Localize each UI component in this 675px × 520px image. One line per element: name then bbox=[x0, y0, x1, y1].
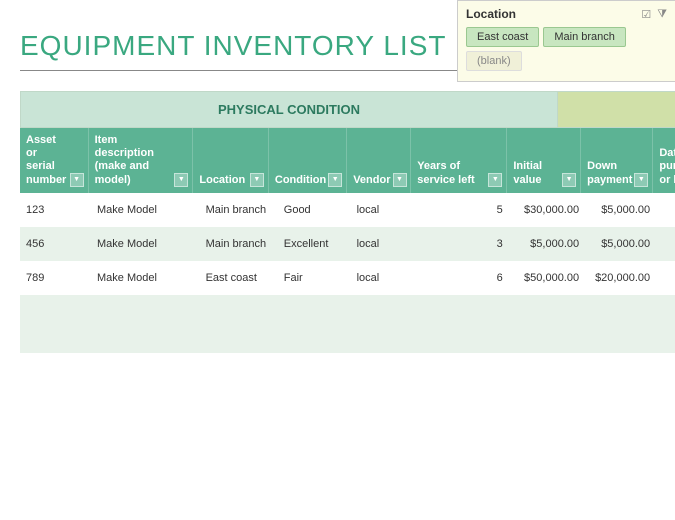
header-loc: Location▼ bbox=[193, 128, 269, 193]
table-row[interactable]: 456 Make Model Main branch Excellent loc… bbox=[20, 227, 675, 261]
data-rows: 123 Make Model Main branch Good local 5 … bbox=[20, 193, 675, 295]
cell-loc: East coast bbox=[200, 266, 278, 290]
cell-years: 3 bbox=[409, 232, 509, 256]
header-desc: Item description (make and model)▼ bbox=[89, 128, 194, 193]
cell-cond: Good bbox=[278, 198, 351, 222]
cell-vend: local bbox=[351, 198, 410, 222]
section-header-row: PHYSICAL CONDITION bbox=[20, 91, 675, 128]
cell-init: $5,000.00 bbox=[509, 232, 585, 256]
cell-loc: Main branch bbox=[200, 198, 278, 222]
header-years: Years of service left▼ bbox=[411, 128, 507, 193]
header-vend: Vendor▼ bbox=[347, 128, 411, 193]
slicer-item-blank[interactable]: (blank) bbox=[466, 51, 522, 71]
slicer-item-main-branch[interactable]: Main branch bbox=[543, 27, 626, 47]
filter-dropdown-icon[interactable]: ▼ bbox=[634, 173, 648, 187]
cell-desc: Make Model bbox=[91, 232, 200, 256]
cell-date bbox=[656, 238, 675, 250]
slicer-item-east-coast[interactable]: East coast bbox=[466, 27, 539, 47]
empty-row-band bbox=[20, 295, 675, 353]
slicer-items: East coast Main branch (blank) bbox=[466, 27, 667, 71]
cell-desc: Make Model bbox=[91, 266, 200, 290]
section-finance bbox=[558, 91, 675, 128]
cell-years: 5 bbox=[409, 198, 509, 222]
cell-init: $50,000.00 bbox=[509, 266, 585, 290]
header-init: Initial value▼ bbox=[507, 128, 581, 193]
header-down: Down payment▼ bbox=[581, 128, 653, 193]
column-header-row: Asset or serial number▼ Item description… bbox=[20, 128, 675, 193]
filter-dropdown-icon[interactable]: ▼ bbox=[393, 173, 407, 187]
filter-dropdown-icon[interactable]: ▼ bbox=[250, 173, 264, 187]
cell-asset: 123 bbox=[20, 198, 91, 222]
section-physical: PHYSICAL CONDITION bbox=[20, 91, 558, 128]
cell-down: $5,000.00 bbox=[585, 232, 656, 256]
header-cond: Condition▼ bbox=[269, 128, 347, 193]
table-row[interactable]: 123 Make Model Main branch Good local 5 … bbox=[20, 193, 675, 227]
slicer-panel[interactable]: Location ☑ ⧩ East coast Main branch (bla… bbox=[457, 0, 675, 82]
header-asset: Asset or serial number▼ bbox=[20, 128, 89, 193]
filter-dropdown-icon[interactable]: ▼ bbox=[328, 173, 342, 187]
cell-down: $5,000.00 bbox=[585, 198, 656, 222]
cell-vend: local bbox=[351, 266, 410, 290]
filter-dropdown-icon[interactable]: ▼ bbox=[488, 173, 502, 187]
cell-cond: Fair bbox=[278, 266, 351, 290]
inventory-table: PHYSICAL CONDITION Asset or serial numbe… bbox=[20, 91, 675, 353]
cell-desc: Make Model bbox=[91, 198, 200, 222]
cell-vend: local bbox=[351, 232, 410, 256]
slicer-controls: ☑ ⧩ bbox=[641, 8, 667, 21]
table-row[interactable]: 789 Make Model East coast Fair local 6 $… bbox=[20, 261, 675, 295]
cell-cond: Excellent bbox=[278, 232, 351, 256]
cell-asset: 789 bbox=[20, 266, 91, 290]
filter-dropdown-icon[interactable]: ▼ bbox=[174, 173, 188, 187]
slicer-title: Location bbox=[466, 7, 516, 21]
slicer-header: Location ☑ ⧩ bbox=[466, 7, 667, 21]
cell-date bbox=[656, 204, 675, 216]
header-date: Date purchased or leased bbox=[653, 128, 675, 193]
filter-dropdown-icon[interactable]: ▼ bbox=[70, 173, 84, 187]
multi-select-icon[interactable]: ☑ bbox=[641, 8, 651, 21]
cell-init: $30,000.00 bbox=[509, 198, 585, 222]
clear-filter-icon[interactable]: ⧩ bbox=[657, 8, 667, 21]
cell-years: 6 bbox=[409, 266, 509, 290]
filter-dropdown-icon[interactable]: ▼ bbox=[562, 173, 576, 187]
cell-asset: 456 bbox=[20, 232, 91, 256]
cell-down: $20,000.00 bbox=[585, 266, 656, 290]
cell-loc: Main branch bbox=[200, 232, 278, 256]
cell-date bbox=[656, 272, 675, 284]
